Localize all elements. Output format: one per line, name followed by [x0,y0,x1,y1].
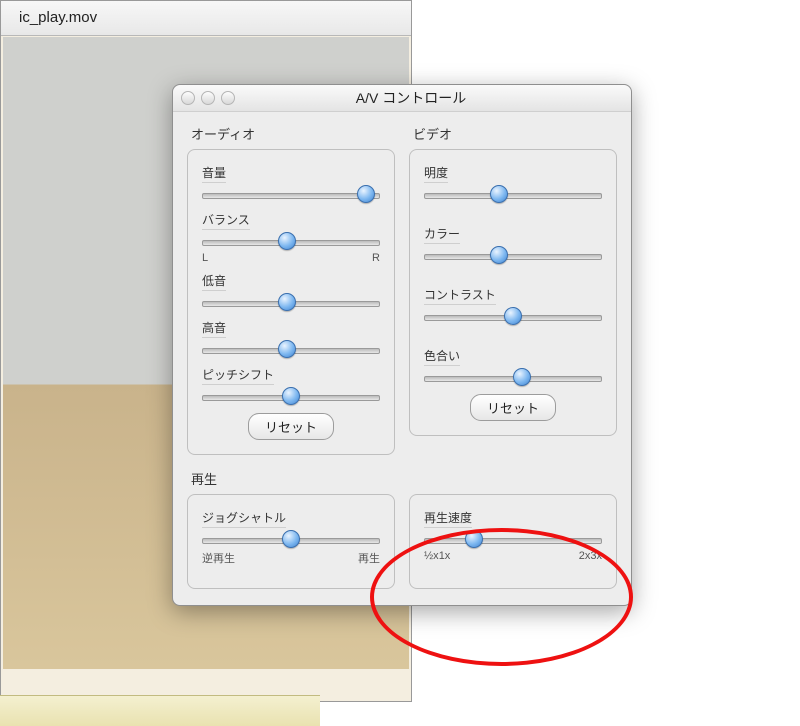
tint-slider[interactable] [424,368,602,386]
speed-thumb[interactable] [465,530,483,548]
tint-label: 色合い [424,347,460,366]
color-thumb[interactable] [490,246,508,264]
volume-field: 音量 [202,164,380,203]
brightness-label: 明度 [424,164,448,183]
contrast-thumb[interactable] [504,307,522,325]
jog-group: ジョグシャトル 逆再生再生 [187,494,395,589]
speed-field: 再生速度 ½x 1x 2x 3x [424,509,602,562]
jog-thumb[interactable] [282,530,300,548]
tint-field: 色合い [424,347,602,386]
close-icon[interactable] [181,91,195,105]
background-bottom-strip [0,695,320,726]
video-group-label: ビデオ [413,124,617,143]
treble-label: 高音 [202,319,226,338]
jog-label: ジョグシャトル [202,509,286,528]
contrast-field: コントラスト [424,286,602,325]
volume-thumb[interactable] [357,185,375,203]
jog-ticks: 逆再生再生 [202,550,380,566]
balance-ticks: LR [202,252,380,264]
panel-title: A/V コントロール [235,88,587,108]
audio-group-label: オーディオ [191,124,395,143]
color-label: カラー [424,225,460,244]
contrast-label: コントラスト [424,286,496,305]
bass-slider[interactable] [202,293,380,311]
treble-field: 高音 [202,319,380,358]
minimize-icon[interactable] [201,91,215,105]
audio-reset-button[interactable]: リセット [248,413,334,440]
pitch-slider[interactable] [202,387,380,405]
balance-slider[interactable] [202,232,380,250]
pitch-thumb[interactable] [282,387,300,405]
color-slider[interactable] [424,246,602,264]
pitch-field: ピッチシフト [202,366,380,405]
contrast-slider[interactable] [424,307,602,325]
jog-slider[interactable] [202,530,380,548]
brightness-thumb[interactable] [490,185,508,203]
pitch-label: ピッチシフト [202,366,274,385]
av-controls-panel: A/V コントロール オーディオ 音量 バランス [172,84,632,606]
volume-slider[interactable] [202,185,380,203]
brightness-field: 明度 [424,164,602,203]
speed-slider[interactable] [424,530,602,548]
zoom-icon[interactable] [221,91,235,105]
jog-field: ジョグシャトル 逆再生再生 [202,509,380,566]
audio-group: 音量 バランス LR [187,149,395,455]
video-group: 明度 カラー コントラスト [409,149,617,436]
tint-thumb[interactable] [513,368,531,386]
treble-slider[interactable] [202,340,380,358]
window-controls[interactable] [181,91,235,105]
brightness-slider[interactable] [424,185,602,203]
volume-label: 音量 [202,164,226,183]
panel-titlebar: A/V コントロール [173,85,631,112]
bass-thumb[interactable] [278,293,296,311]
bass-field: 低音 [202,272,380,311]
balance-label: バランス [202,211,250,230]
balance-field: バランス LR [202,211,380,264]
balance-thumb[interactable] [278,232,296,250]
speed-ticks: ½x 1x 2x 3x [424,550,602,562]
bass-label: 低音 [202,272,226,291]
treble-thumb[interactable] [278,340,296,358]
color-field: カラー [424,225,602,264]
playback-group-label: 再生 [191,469,617,488]
speed-label: 再生速度 [424,509,472,528]
background-window-title: ic_play.mov [1,1,411,36]
speed-group: 再生速度 ½x 1x 2x 3x [409,494,617,589]
video-reset-button[interactable]: リセット [470,394,556,421]
